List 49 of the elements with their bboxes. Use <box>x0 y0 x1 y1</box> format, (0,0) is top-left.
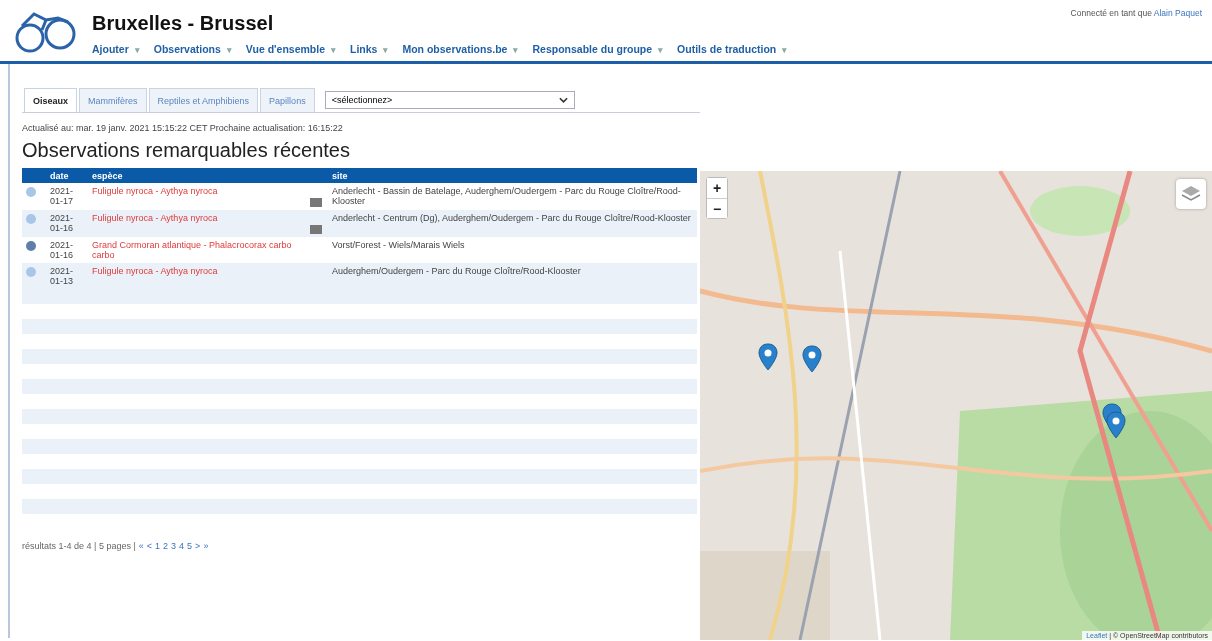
species-link[interactable]: Fuligule nyroca - Aythya nyroca <box>88 210 306 237</box>
nav-menu-item[interactable]: Vue d'ensemble ▾ <box>245 43 336 55</box>
date-cell: 2021-01-13 <box>42 263 88 289</box>
page-link[interactable]: > <box>195 541 201 551</box>
site-cell: Anderlecht - Bassin de Batelage, Auderghem/Oudergem - Parc du Rouge Cloître/Rood-Klooster <box>328 183 697 210</box>
page-link[interactable]: 4 <box>179 541 185 551</box>
results-summary: résultats 1-4 de 4 | 5 pages | <box>22 541 136 551</box>
map-marker-icon[interactable] <box>758 343 778 371</box>
category-select[interactable]: <sélectionnez> <box>324 91 575 109</box>
layers-icon <box>1181 185 1201 203</box>
layers-button[interactable] <box>1176 179 1206 209</box>
login-status: Connecté en tant que Alain Paquet <box>1070 8 1202 18</box>
date-cell: 2021-01-17 <box>42 183 88 210</box>
page-link[interactable]: < <box>146 541 153 551</box>
species-link[interactable]: Fuligule nyroca - Aythya nyroca <box>88 263 306 289</box>
date-cell: 2021-01-16 <box>42 237 88 263</box>
species-link[interactable]: Grand Cormoran atlantique - Phalacrocorax carbo carbo <box>88 237 306 263</box>
page-link[interactable]: « <box>138 541 144 551</box>
page-link[interactable]: » <box>203 541 209 551</box>
page-link[interactable]: 1 <box>155 541 161 551</box>
site-cell: Vorst/Forest - Wiels/Marais Wiels <box>328 237 697 263</box>
page-link[interactable]: 5 <box>187 541 193 551</box>
column-header: date <box>42 168 88 183</box>
page-heading: Observations remarquables récentes <box>22 139 351 162</box>
map-marker-icon[interactable] <box>802 345 822 373</box>
tab[interactable]: Papillons <box>260 88 315 112</box>
tab[interactable]: Reptiles et Amphibiens <box>148 88 259 112</box>
column-header: site <box>328 168 697 183</box>
site-cell: Auderghem/Oudergem - Parc du Rouge Cloître/Rood-Klooster <box>328 263 697 289</box>
tab[interactable]: Oiseaux <box>24 88 78 112</box>
chevron-down-icon <box>558 97 568 103</box>
user-link[interactable]: Alain Paquet <box>1153 8 1202 18</box>
site-cell: Anderlecht - Centrum (Dg), Auderghem/Oudergem - Parc du Rouge Cloître/Rood-Klooster <box>328 210 697 237</box>
page-link[interactable]: 2 <box>163 541 169 551</box>
date-cell: 2021-01-16 <box>42 210 88 237</box>
species-link[interactable]: Fuligule nyroca - Aythya nyroca <box>88 183 306 210</box>
update-info: Actualisé au: mar. 19 janv. 2021 15:15:22 CET Prochaine actualisation: 16:15:22 <box>22 123 344 133</box>
nav-menu-item[interactable]: Observations ▾ <box>153 43 232 55</box>
zoom-out-button[interactable]: − <box>707 198 727 218</box>
nav-menu-item[interactable]: Links ▾ <box>350 43 389 55</box>
nav-menu-item[interactable]: Responsable du groupe ▾ <box>532 43 664 55</box>
site-title: Bruxelles - Brussel <box>92 12 275 35</box>
nav-menu-item[interactable]: Outils de traduction ▾ <box>677 43 788 55</box>
column-header: espèce <box>88 168 306 183</box>
tab[interactable]: Mammifères <box>79 88 147 112</box>
page-link[interactable]: 3 <box>171 541 177 551</box>
nav-menu-item[interactable]: Ajouter ▾ <box>92 43 140 55</box>
nav-menu-item[interactable]: Mon observations.be ▾ <box>402 43 519 55</box>
stacked-markers-icon[interactable] <box>1102 403 1126 439</box>
